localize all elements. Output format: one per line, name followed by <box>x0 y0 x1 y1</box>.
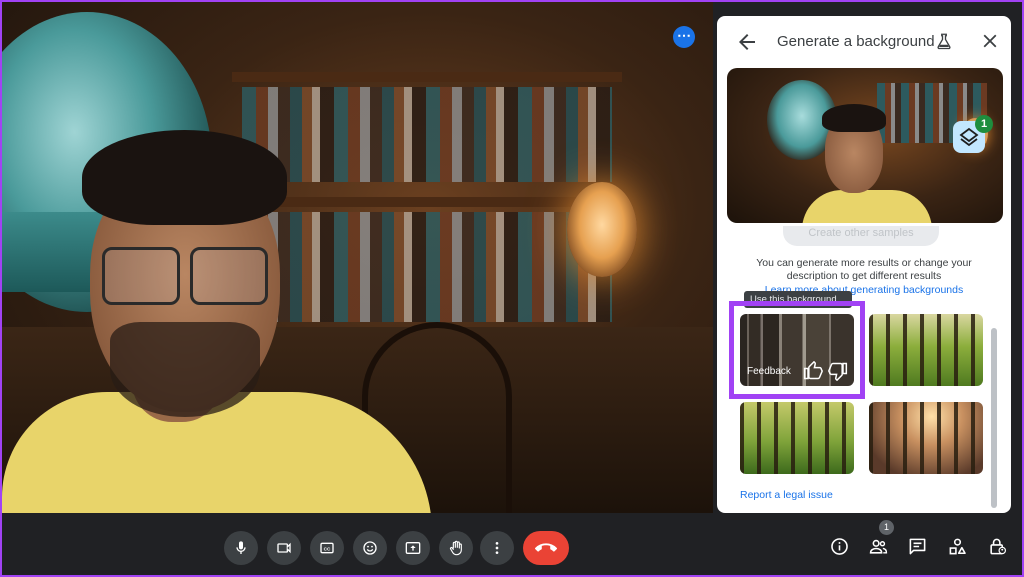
microphone-button[interactable] <box>224 531 258 565</box>
host-controls-button[interactable] <box>984 533 1010 559</box>
panel-title: Generate a background <box>777 33 935 50</box>
activities-icon <box>949 538 966 554</box>
thumbs-up-icon[interactable] <box>803 360 823 381</box>
call-controls-bar: CC 1 <box>2 513 1022 575</box>
preview-participant-hair <box>822 104 886 132</box>
people-button[interactable] <box>865 533 891 559</box>
mic-icon <box>236 541 246 554</box>
more-vert-icon <box>495 542 499 554</box>
raise-hand-button[interactable] <box>439 531 473 565</box>
bookshelf-books-lower <box>242 212 612 322</box>
background-thumbnail-3[interactable] <box>740 402 854 474</box>
emoji-icon <box>363 541 377 555</box>
bookshelf <box>232 72 622 82</box>
present-to-all-icon <box>405 542 421 554</box>
selection-highlight <box>729 301 865 399</box>
chat-icon <box>909 538 925 554</box>
thumbs-down-icon[interactable] <box>828 361 848 382</box>
panel-scrollbar[interactable] <box>991 328 997 508</box>
present-screen-button[interactable] <box>396 531 430 565</box>
preview-participant-shirt <box>802 190 932 223</box>
feedback-label: Feedback <box>747 366 791 377</box>
participant-beard <box>110 322 260 417</box>
arrow-back-icon[interactable] <box>735 30 759 54</box>
camera-button[interactable] <box>267 531 301 565</box>
description-text: You can generate more results or change … <box>756 257 972 282</box>
people-icon <box>869 539 887 554</box>
reactions-button[interactable] <box>353 531 387 565</box>
raise-hand-icon <box>449 540 462 556</box>
svg-text:CC: CC <box>324 546 331 551</box>
lock-person-icon <box>989 538 1006 554</box>
background-lamp <box>567 182 637 277</box>
main-video-tile: ⋯ <box>2 2 713 513</box>
info-icon <box>830 537 848 555</box>
close-icon[interactable] <box>979 30 1001 52</box>
participant-glasses <box>102 247 272 307</box>
participant-hair <box>82 130 287 225</box>
activities-button[interactable] <box>944 533 970 559</box>
background-thumbnail-4[interactable] <box>869 402 983 474</box>
flask-icon <box>937 33 951 50</box>
meeting-details-button[interactable] <box>826 533 852 559</box>
layers-count-badge: 1 <box>975 115 993 133</box>
captions-button[interactable]: CC <box>310 531 344 565</box>
videocam-icon <box>277 542 291 554</box>
report-legal-issue-link[interactable]: Report a legal issue <box>740 489 833 501</box>
closed-caption-icon: CC <box>320 542 334 554</box>
chat-button[interactable] <box>904 533 930 559</box>
call-end-icon <box>535 543 557 552</box>
leave-call-button[interactable] <box>523 531 569 565</box>
background-thumbnail-2[interactable] <box>869 314 983 386</box>
generate-background-panel: Generate a background 1 Create other sam… <box>717 16 1011 513</box>
bookshelf-books-upper <box>242 87 612 182</box>
create-other-samples-button[interactable]: Create other samples <box>783 226 939 246</box>
more-options-icon[interactable]: ⋯ <box>673 26 695 48</box>
more-options-button[interactable] <box>480 531 514 565</box>
panel-header: Generate a background <box>717 16 1011 68</box>
bookshelf-lower <box>232 197 622 207</box>
